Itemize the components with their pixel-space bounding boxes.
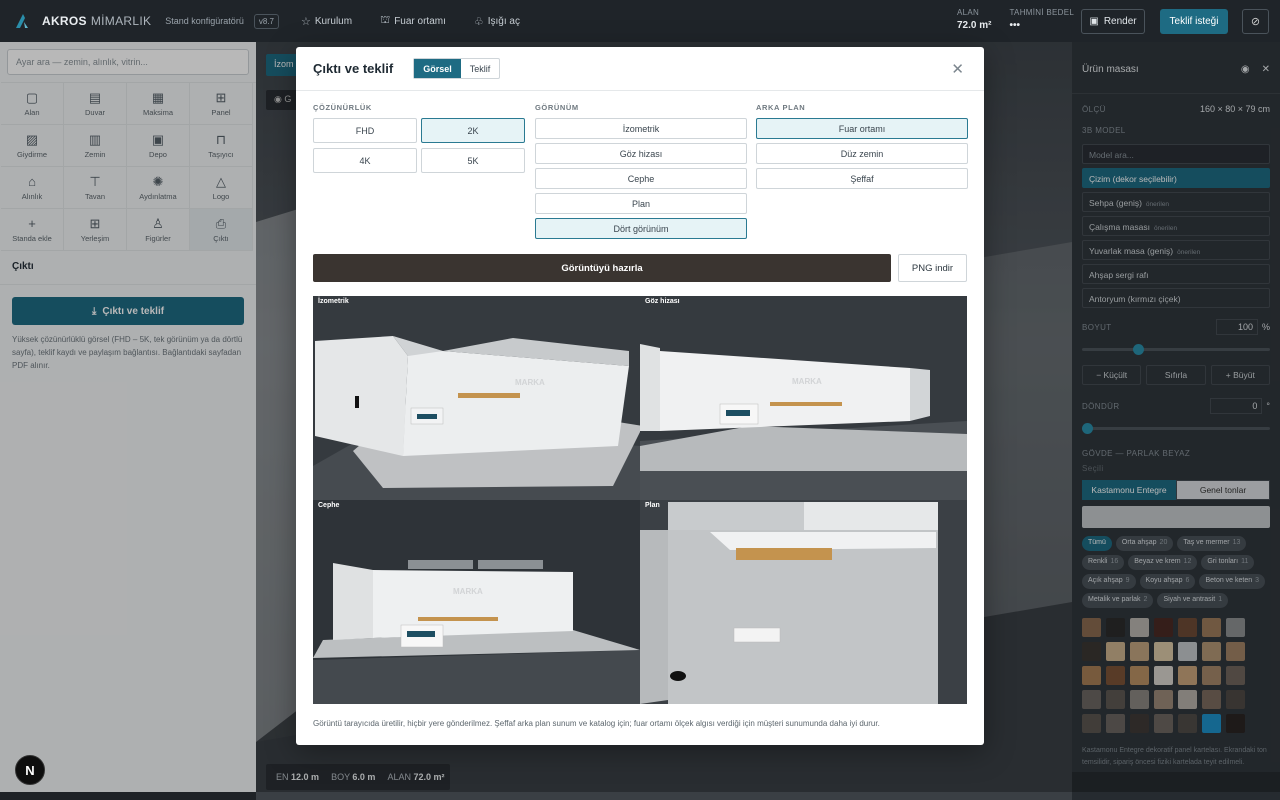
preview-isometric: İzometrik MARKA [313,296,640,500]
view-label: GÖRÜNÜM [535,103,579,112]
option-columns: ÇÖZÜNÜRLÜK FHD 2K 4K 5K GÖRÜNÜM İzometrik Gö… [313,103,976,239]
view-options: İzometrik Göz hizası Cephe Plan Dört görünüm [535,118,756,239]
cost-metric: TAHMİNİ BEDEL ••• [1009,8,1074,31]
app-subtitle: Stand konfigüratörü [165,16,244,26]
light-icon: ♧ [473,15,484,28]
nav-fuar-ortami[interactable]: ⛫ Fuar ortamı [380,14,446,28]
hide-icon[interactable]: ⊘ [1242,9,1269,34]
resolution-column: ÇÖZÜNÜRLÜK FHD 2K 4K 5K [313,103,535,239]
top-bar: AKROS MİMARLIK Stand konfigüratörü v8.7 ☆… [0,0,1280,42]
preview-facade: Cephe MARKA [313,500,640,704]
cost-label: TAHMİNİ BEDEL [1009,8,1075,17]
view-option[interactable]: Dört görünüm [535,218,747,239]
quote-label: Teklif isteği [1169,16,1219,27]
render-label: Render [1103,16,1137,27]
modal-footer-note: Görüntü tarayıcıda üretilir, hiçbir yere… [313,719,880,728]
version-badge: v8.7 [253,13,279,29]
area-value: 72.0 m² [957,20,992,31]
png-download-button[interactable]: PNG indir [898,254,967,282]
view-option[interactable]: Göz hizası [535,143,747,164]
nav-label: Işığı aç [487,15,520,27]
background-option[interactable]: Şeffaf [756,168,968,189]
view-option[interactable]: İzometrik [535,118,747,139]
preview-plan: Plan [640,500,967,704]
facade-render: MARKA [313,500,640,704]
isometric-render: MARKA [313,296,640,500]
eye-level-render: MARKA [640,296,967,500]
modal-header: Çıktı ve teklif Görsel Teklif ✕ [296,47,984,91]
resolution-option[interactable]: 4K [313,148,417,173]
fair-icon: ⛫ [380,14,391,26]
modal-title: Çıktı ve teklif [313,61,394,76]
tab-gorsel[interactable]: Görsel [414,59,461,78]
resolution-label: ÇÖZÜNÜRLÜK [313,103,372,112]
image-icon: ▣ [1089,16,1099,27]
render-preview: İzometrik MARKA Göz hizası MARKA Cephe M… [313,296,967,704]
preview-label: Plan [645,502,660,509]
area-metric: ALAN 72.0 m² [957,8,991,31]
resolution-options: FHD 2K 4K 5K [313,118,535,173]
cost-value: ••• [1009,20,1020,31]
render-button[interactable]: ▣ Render [1081,9,1145,34]
brand-text: MARKA [453,587,483,596]
quote-request-button[interactable]: Teklif isteği [1160,9,1228,34]
view-option[interactable]: Cephe [535,168,747,189]
brand-bold: AKROS [42,14,87,28]
resolution-option[interactable]: 2K [421,118,525,143]
star-icon: ☆ [300,15,311,28]
background-option[interactable]: Düz zemin [756,143,968,164]
preview-eye-level: Göz hizası MARKA [640,296,967,500]
nav-label: Kurulum [314,15,353,27]
brand: AKROS MİMARLIK [42,14,151,28]
tab-teklif[interactable]: Teklif [461,59,500,78]
plan-render [640,500,967,704]
background-option[interactable]: Fuar ortamı [756,118,968,139]
brand-light: MİMARLIK [90,14,152,28]
akros-logo-icon [16,14,28,28]
modal-tabs: Görsel Teklif [413,58,501,79]
nav-kurulum[interactable]: ☆ Kurulum [301,15,352,28]
preview-label: İzometrik [318,298,349,305]
n-avatar-icon[interactable]: N [15,755,45,785]
background-label: ARKA PLAN [756,103,806,112]
generate-image-button[interactable]: Görüntüyü hazırla [313,254,891,282]
resolution-option[interactable]: FHD [313,118,417,143]
preview-label: Göz hizası [645,298,680,305]
background-column: ARKA PLAN Fuar ortamı Düz zemin Şeffaf [756,103,976,239]
resolution-option[interactable]: 5K [421,148,525,173]
background-options: Fuar ortamı Düz zemin Şeffaf [756,118,976,189]
preview-label: Cephe [318,502,340,509]
view-option[interactable]: Plan [535,193,747,214]
view-column: GÖRÜNÜM İzometrik Göz hizası Cephe Plan Dört… [535,103,756,239]
header-metrics: ALAN 72.0 m² TAHMİNİ BEDEL ••• [957,8,1074,31]
brand-text: MARKA [515,378,545,387]
nav-isigi-ac[interactable]: ♧ Işığı aç [474,15,520,28]
output-modal: Çıktı ve teklif Görsel Teklif ✕ ÇÖZÜNÜRL… [296,47,984,745]
close-icon[interactable]: ✕ [951,60,964,78]
top-nav: ☆ Kurulum ⛫ Fuar ortamı ♧ Işığı aç [301,14,542,28]
nav-label: Fuar ortamı [394,15,446,27]
brand-text: MARKA [792,377,822,386]
area-label: ALAN [957,8,980,17]
